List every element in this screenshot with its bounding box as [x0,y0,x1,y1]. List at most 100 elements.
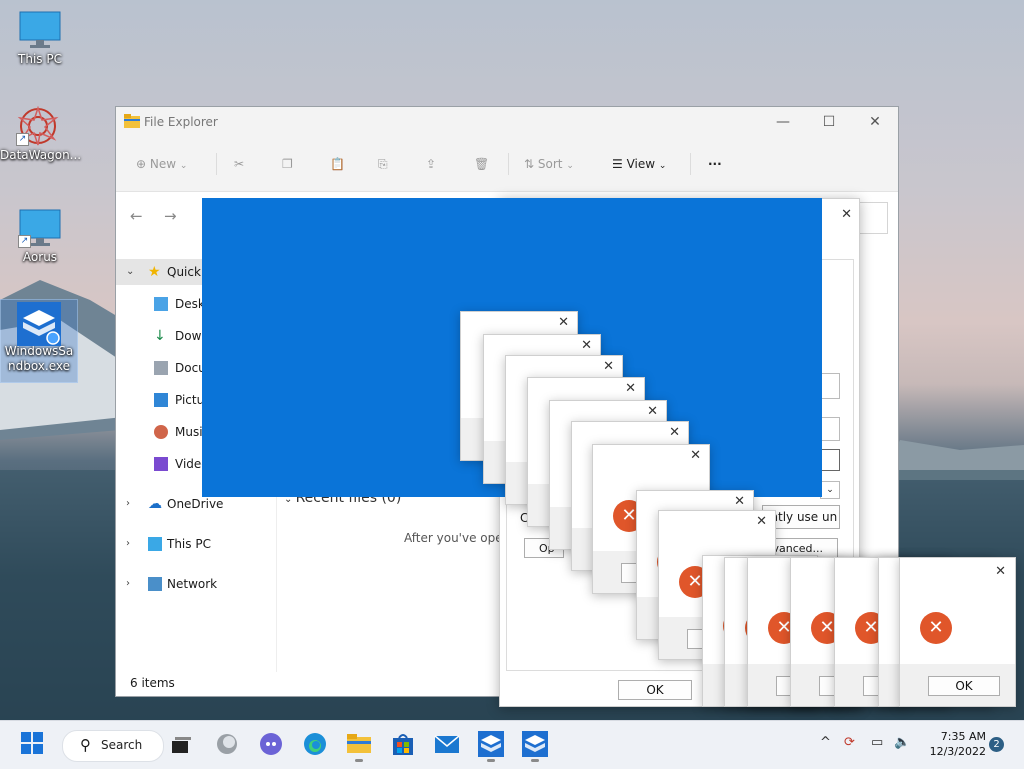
share-icon: ⇪ [426,157,437,171]
close-icon[interactable]: ✕ [625,381,636,396]
windows-sandbox-taskbar-button[interactable] [478,731,504,762]
task-view-button[interactable] [168,731,194,757]
rename-button[interactable]: ⎘ [378,153,388,175]
chevron-down-icon: ⌄ [658,161,667,171]
network-icon[interactable]: ▭ [871,735,883,750]
ok-button[interactable]: OK [618,680,692,700]
ok-button[interactable]: OK [928,676,1000,696]
desktop-icon-label: DataWagon... [0,148,82,162]
window-title: File Explorer [144,115,218,129]
maximize-button[interactable]: ☐ [806,107,852,137]
music-icon [154,425,168,439]
close-icon[interactable]: ✕ [841,207,852,222]
star-icon: ★ [148,264,161,280]
error-dialog-front[interactable]: ✕ ✕ OK [899,557,1016,707]
running-indicator [355,759,363,762]
dropdown-chevron-icon[interactable]: ⌄ [820,481,840,499]
widgets-button[interactable] [214,731,240,757]
pictures-icon [154,393,168,407]
close-icon[interactable]: ✕ [558,315,569,330]
desktop-icon-label: This PC [18,52,62,66]
plus-circle-icon: ⊕ [136,157,147,171]
dialog-field[interactable] [820,449,840,471]
shortcut-arrow-icon: ↗ [16,133,29,146]
desktop-icon-aorus[interactable]: ↗ Aorus [2,208,78,265]
windows-sandbox-icon [17,302,61,346]
new-button[interactable]: ⊕ New ⌄ [136,153,187,175]
notification-badge[interactable]: 2 [989,737,1004,752]
delete-button[interactable]: 🗑 [474,153,489,175]
toolbar-divider [690,153,691,175]
close-button[interactable]: ✕ [852,107,898,137]
folder-icon [124,114,140,128]
close-icon[interactable]: ✕ [756,514,767,529]
widgets-icon [217,734,237,754]
sort-icon: ⇅ [524,157,535,171]
paste-button[interactable]: 📋 [330,153,345,175]
start-button[interactable] [20,731,46,757]
windows-sandbox-icon [522,731,548,757]
desktop-icon-this-pc[interactable]: This PC [2,10,78,67]
more-options-button[interactable]: ··· [708,153,722,175]
close-icon[interactable]: ✕ [690,448,701,463]
nav-item-network[interactable]: › Network [116,571,276,597]
video-icon [154,457,168,471]
download-arrow-icon: ↓ [154,328,166,344]
desktop-icon-datawagon[interactable]: ↗ DataWagon... [0,105,82,163]
volume-icon[interactable]: 🔈 [894,735,910,750]
close-icon[interactable]: ✕ [734,494,745,509]
desktop-icon-windows-sandbox[interactable]: WindowsSandbox.exe [0,299,78,383]
desktop-icon [154,297,168,311]
copy-button[interactable]: ❐ [282,153,293,175]
nav-label: Musi [175,425,203,439]
sync-alert-icon[interactable]: ⟳ [844,735,855,750]
monitor-icon: ↗ [18,208,62,248]
sort-button[interactable]: ⇅ Sort ⌄ [524,153,574,175]
dialog-field[interactable] [820,417,840,441]
file-explorer-titlebar[interactable]: File Explorer — ☐ ✕ [116,107,898,137]
clock[interactable]: 7:35 AM 12/3/2022 [930,729,986,759]
mail-button[interactable] [434,731,460,757]
minimize-button[interactable]: — [760,107,806,137]
search-icon: ⚲ [80,736,91,754]
desktop-icon-label: Aorus [22,250,58,264]
store-button[interactable] [390,731,416,757]
teams-chat-button[interactable] [258,731,284,757]
monitor-icon [148,537,162,551]
empty-recent-text: After you've open [404,531,511,545]
running-indicator [487,759,495,762]
datawagon-logo-icon: ↗ [16,105,60,146]
view-list-icon: ☰ [612,157,623,171]
close-icon[interactable]: ✕ [995,564,1006,579]
ellipsis-icon: ··· [708,157,722,171]
desktop-icon-label: WindowsSandbox.exe [4,344,74,373]
back-arrow-icon[interactable]: ← [130,207,143,225]
document-icon [154,361,168,375]
status-bar-item-count: 6 items [130,676,175,690]
search-box[interactable] [856,202,888,234]
chevron-down-icon: ⌄ [566,161,574,171]
close-icon[interactable]: ✕ [669,425,680,440]
windows-sandbox-icon [478,731,504,757]
windows-sandbox-taskbar-button-2[interactable] [522,731,548,762]
nav-label: Pictu [175,393,205,407]
view-label: View [626,157,656,171]
file-explorer-taskbar-button[interactable] [346,731,372,762]
chevron-right-icon: › [126,578,130,589]
share-button[interactable]: ⇪ [426,153,436,175]
forward-arrow-icon[interactable]: → [164,207,177,225]
view-button[interactable]: ☰ View ⌄ [612,153,666,175]
close-icon[interactable]: ✕ [647,404,658,419]
shortcut-arrow-icon: ↗ [18,235,31,248]
taskbar: ⚲ Search ^ ⟳ ▭ 🔈 7:35 AM 12/3/2022 2 [0,720,1024,769]
chevron-up-icon[interactable]: ^ [820,735,831,750]
command-bar: ⊕ New ⌄ ✂ ❐ 📋 ⎘ ⇪ 🗑 ⇅ Sort ⌄ ☰ View ⌄ ··… [116,137,898,192]
dialog-field[interactable] [820,373,840,399]
close-icon[interactable]: ✕ [581,338,592,353]
search-label: Search [101,738,143,752]
nav-item-this-pc[interactable]: › This PC [116,531,276,557]
close-icon[interactable]: ✕ [603,359,614,374]
cut-button[interactable]: ✂ [234,153,244,175]
edge-button[interactable] [302,731,328,757]
taskbar-search-box[interactable]: ⚲ Search [62,730,164,762]
